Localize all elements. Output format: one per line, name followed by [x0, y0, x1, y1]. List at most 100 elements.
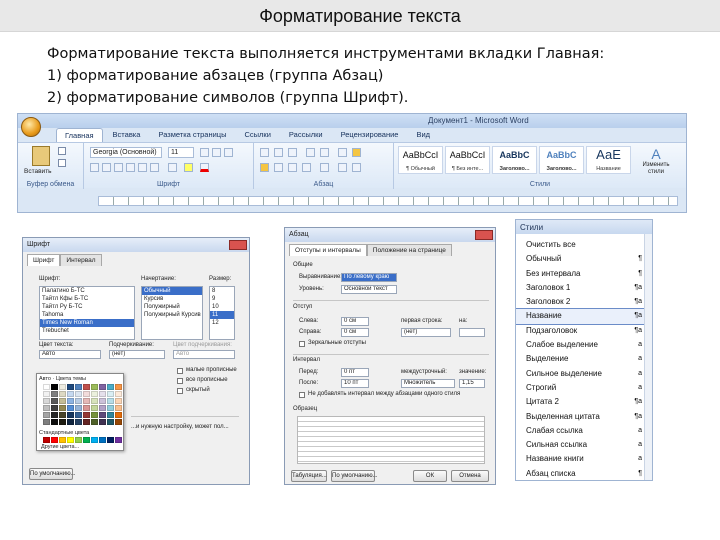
ruler[interactable] [18, 190, 686, 212]
by-field[interactable] [459, 328, 485, 337]
list-item[interactable]: 12 [210, 319, 234, 327]
color-swatch[interactable] [43, 391, 50, 397]
color-swatch[interactable] [99, 384, 106, 390]
standard-color-swatch[interactable] [115, 437, 122, 443]
tab-review[interactable]: Рецензирование [333, 128, 407, 142]
color-swatch[interactable] [91, 412, 98, 418]
color-swatch[interactable] [51, 391, 58, 397]
at-field[interactable]: 1,15 [459, 379, 485, 388]
color-swatch[interactable] [67, 391, 74, 397]
color-swatch[interactable] [59, 419, 66, 425]
change-case-icon[interactable] [168, 163, 177, 172]
paste-icon[interactable] [32, 146, 50, 166]
style-list-item[interactable]: Заголовок 1 ¶a [516, 281, 644, 295]
style-list-item[interactable]: Название ¶a [516, 308, 645, 325]
cut-icon[interactable] [58, 147, 66, 155]
color-swatch[interactable] [115, 412, 122, 418]
list-item[interactable]: 9 [210, 295, 234, 303]
color-swatch[interactable] [75, 384, 82, 390]
color-swatch[interactable] [91, 419, 98, 425]
align-right-icon[interactable] [288, 163, 297, 172]
color-swatch[interactable] [59, 391, 66, 397]
color-swatch[interactable] [115, 419, 122, 425]
style-list-item[interactable]: Название книги a [516, 452, 644, 466]
underline-select[interactable]: (нет) [109, 350, 165, 359]
list-item[interactable]: Полужирный Курсив [142, 311, 202, 319]
underline-icon[interactable] [114, 163, 123, 172]
align-left-icon[interactable] [260, 163, 269, 172]
style-list-item[interactable]: Обычный ¶ [516, 252, 644, 266]
color-swatch[interactable] [107, 384, 114, 390]
color-swatch[interactable] [43, 419, 50, 425]
style-list-item[interactable]: Выделение a [516, 352, 644, 366]
standard-color-swatch[interactable] [107, 437, 114, 443]
checkbox-mirror-indents[interactable] [299, 341, 305, 347]
grow-font-icon[interactable] [200, 148, 209, 157]
color-swatch[interactable] [99, 412, 106, 418]
highlight-icon[interactable] [184, 163, 193, 172]
color-swatch[interactable] [99, 398, 106, 404]
color-swatch[interactable] [43, 398, 50, 404]
checkbox-hidden[interactable] [177, 388, 183, 394]
standard-color-swatch[interactable] [99, 437, 106, 443]
copy-icon[interactable] [58, 159, 66, 167]
color-swatch[interactable] [51, 384, 58, 390]
style-list-item[interactable]: Выделенная цитата ¶a [516, 410, 644, 424]
tab-font[interactable]: Шрифт [27, 254, 61, 266]
palette-auto-option[interactable]: Авто · Цвета темы [39, 376, 86, 382]
color-swatch[interactable] [99, 405, 106, 411]
increase-indent-icon[interactable] [320, 148, 329, 157]
tab-insert[interactable]: Вставка [105, 128, 149, 142]
color-swatch[interactable] [59, 384, 66, 390]
justify-icon[interactable] [302, 163, 311, 172]
ok-button[interactable]: ОК [413, 470, 447, 482]
style-list-item[interactable]: Сильное выделение a [516, 367, 644, 381]
color-swatch[interactable] [83, 398, 90, 404]
style-list-item[interactable]: Абзац списка ¶ [516, 467, 644, 480]
outline-level-select[interactable]: Основной текст [341, 285, 397, 294]
style-list[interactable]: Обычный Курсив Полужирный Полужирный Кур… [141, 286, 203, 340]
color-swatch[interactable] [51, 405, 58, 411]
list-item[interactable]: Tahoma [40, 311, 134, 319]
color-swatch[interactable] [75, 405, 82, 411]
color-swatch[interactable] [75, 412, 82, 418]
color-swatch[interactable] [115, 405, 122, 411]
font-color-icon[interactable] [200, 163, 209, 172]
color-swatch[interactable] [51, 419, 58, 425]
numbering-icon[interactable] [274, 148, 283, 157]
shading-icon[interactable] [338, 163, 347, 172]
color-swatch[interactable] [91, 405, 98, 411]
color-swatch[interactable] [75, 398, 82, 404]
standard-color-swatch[interactable] [43, 437, 50, 443]
shrink-font-icon[interactable] [212, 148, 221, 157]
multilevel-list-icon[interactable] [288, 148, 297, 157]
styles-scrollbar[interactable] [644, 234, 652, 480]
color-swatch[interactable] [83, 412, 90, 418]
tab-line-page-breaks[interactable]: Положение на странице [366, 244, 452, 256]
style-list-item[interactable]: Сильная ссылка a [516, 438, 644, 452]
color-swatch[interactable] [51, 412, 58, 418]
font-size-field[interactable]: 11 [168, 147, 194, 158]
italic-icon[interactable] [102, 163, 111, 172]
list-item[interactable]: Обычный [142, 287, 202, 295]
checkbox-small-caps[interactable] [177, 368, 183, 374]
bullets-icon[interactable] [260, 148, 269, 157]
color-swatch[interactable] [75, 391, 82, 397]
font-color-select[interactable]: Авто [39, 350, 101, 359]
checkbox-all-caps[interactable] [177, 378, 183, 384]
color-swatch[interactable] [107, 412, 114, 418]
tabs-button[interactable]: Табуляция... [291, 470, 327, 482]
list-item[interactable]: Курсив [142, 295, 202, 303]
style-list-item[interactable]: Подзаголовок ¶a [516, 324, 644, 338]
color-swatch[interactable] [115, 391, 122, 397]
superscript-icon[interactable] [150, 163, 159, 172]
style-gallery-normal[interactable]: AaBbCcI ¶ Обычный [398, 146, 443, 174]
list-item[interactable]: Тайтл Ру Б-ТС [40, 303, 134, 311]
color-swatch[interactable] [59, 412, 66, 418]
sort-icon[interactable] [338, 148, 347, 157]
change-styles-button[interactable]: A Изменить стили [636, 146, 676, 182]
color-swatch[interactable] [43, 412, 50, 418]
color-swatch[interactable] [67, 398, 74, 404]
style-gallery-heading1[interactable]: AaBbC Заголово... [492, 146, 537, 174]
decrease-indent-icon[interactable] [306, 148, 315, 157]
